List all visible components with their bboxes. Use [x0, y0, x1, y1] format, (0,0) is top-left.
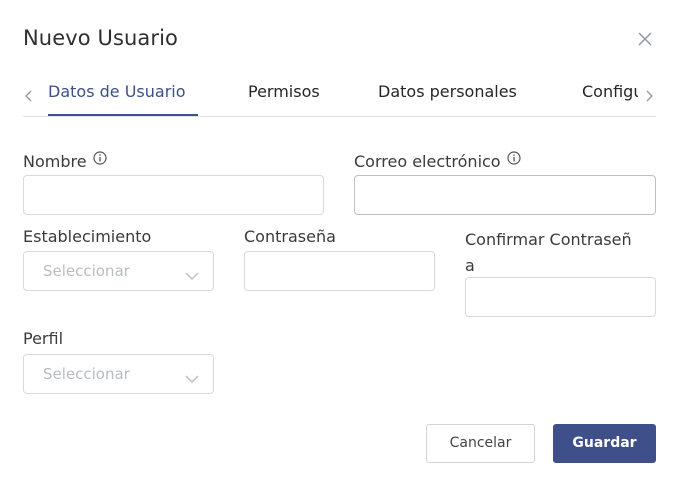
tab-datos-de-usuario[interactable]: Datos de Usuario	[48, 82, 186, 101]
chevron-left-icon[interactable]	[23, 88, 35, 102]
contrasena-input[interactable]	[244, 251, 435, 291]
new-user-dialog: Nuevo Usuario Datos de Usuario Permisos …	[0, 0, 678, 501]
chevron-down-icon	[185, 266, 199, 280]
nombre-input[interactable]	[23, 175, 324, 215]
establecimiento-label: Establecimiento	[23, 227, 152, 246]
tab-strip: Datos de Usuario Permisos Datos personal…	[48, 80, 638, 117]
active-tab-indicator	[48, 114, 198, 116]
tab-configuracion[interactable]: Configuración	[582, 82, 638, 101]
cancel-button[interactable]: Cancelar	[426, 424, 535, 463]
tab-permisos[interactable]: Permisos	[248, 82, 320, 101]
confirmar-contrasena-label: Confirmar Contraseñ a	[465, 227, 632, 279]
dialog-title: Nuevo Usuario	[23, 26, 178, 50]
correo-input[interactable]	[354, 175, 656, 215]
contrasena-label: Contraseña	[244, 227, 336, 246]
info-icon[interactable]	[92, 150, 107, 165]
close-icon[interactable]	[637, 31, 653, 47]
perfil-select[interactable]: Seleccionar	[23, 354, 214, 394]
confirmar-contrasena-input[interactable]	[465, 277, 656, 317]
perfil-placeholder: Seleccionar	[43, 365, 130, 383]
establecimiento-select[interactable]: Seleccionar	[23, 251, 214, 291]
nombre-label: Nombre	[23, 150, 107, 171]
chevron-down-icon	[185, 369, 199, 383]
chevron-right-icon[interactable]	[643, 88, 655, 102]
correo-label-text: Correo electrónico	[354, 152, 501, 171]
nombre-label-text: Nombre	[23, 152, 87, 171]
perfil-label: Perfil	[23, 329, 64, 348]
save-button[interactable]: Guardar	[553, 424, 656, 463]
confirmar-label-line1: Confirmar Contraseñ	[465, 230, 632, 249]
establecimiento-placeholder: Seleccionar	[43, 262, 130, 280]
confirmar-label-line2: a	[465, 256, 475, 275]
correo-label: Correo electrónico	[354, 150, 521, 171]
tab-bar: Datos de Usuario Permisos Datos personal…	[23, 80, 656, 117]
tab-datos-personales[interactable]: Datos personales	[378, 82, 517, 101]
info-icon[interactable]	[506, 150, 521, 165]
